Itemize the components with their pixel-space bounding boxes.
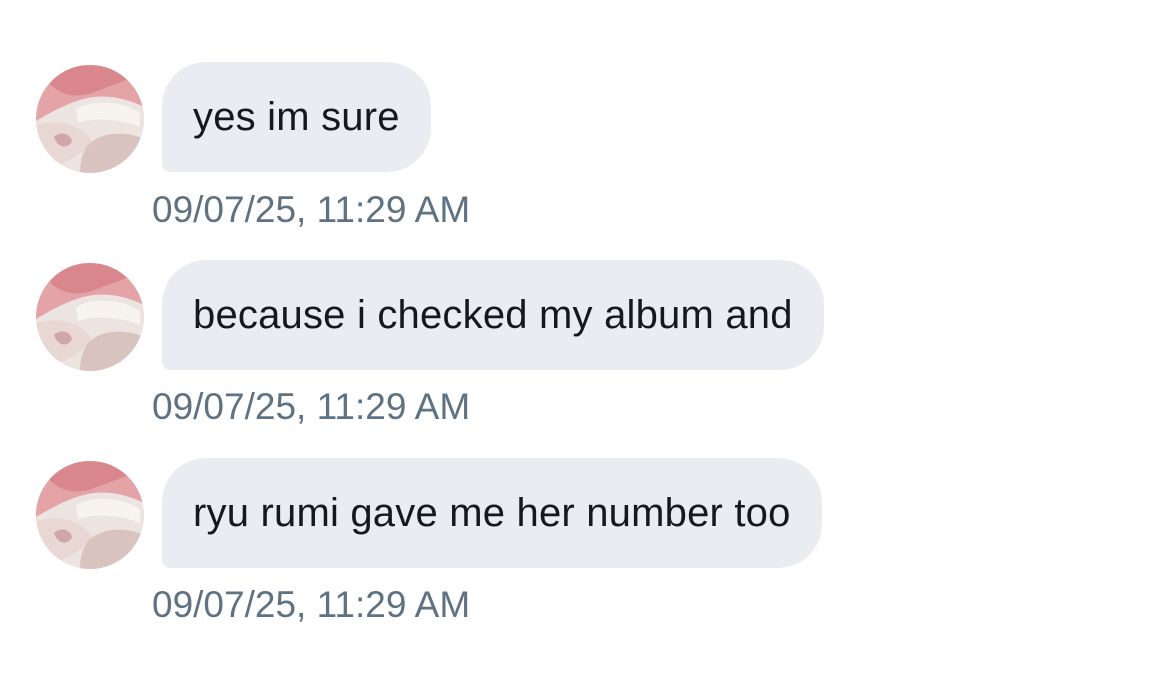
message-bubble[interactable]: yes im sure xyxy=(162,62,431,172)
message-timestamp: 09/07/25, 11:29 AM xyxy=(152,584,471,625)
message-timestamp: 09/07/25, 11:29 AM xyxy=(152,189,471,230)
message-text: ryu rumi gave me her number too xyxy=(193,490,791,535)
avatar-photo-icon xyxy=(36,263,144,371)
message-bubble[interactable]: because i checked my album and xyxy=(162,260,824,370)
avatar[interactable] xyxy=(36,263,144,371)
message-thread: yes im sure 09/07/25, 11:29 AM because i… xyxy=(0,0,1170,676)
avatar-photo-icon xyxy=(36,461,144,569)
message-text: because i checked my album and xyxy=(193,292,793,337)
message-timestamp: 09/07/25, 11:29 AM xyxy=(152,386,471,427)
avatar[interactable] xyxy=(36,65,144,173)
message-text: yes im sure xyxy=(193,94,400,139)
avatar[interactable] xyxy=(36,461,144,569)
message-bubble[interactable]: ryu rumi gave me her number too xyxy=(162,458,822,568)
avatar-photo-icon xyxy=(36,65,144,173)
